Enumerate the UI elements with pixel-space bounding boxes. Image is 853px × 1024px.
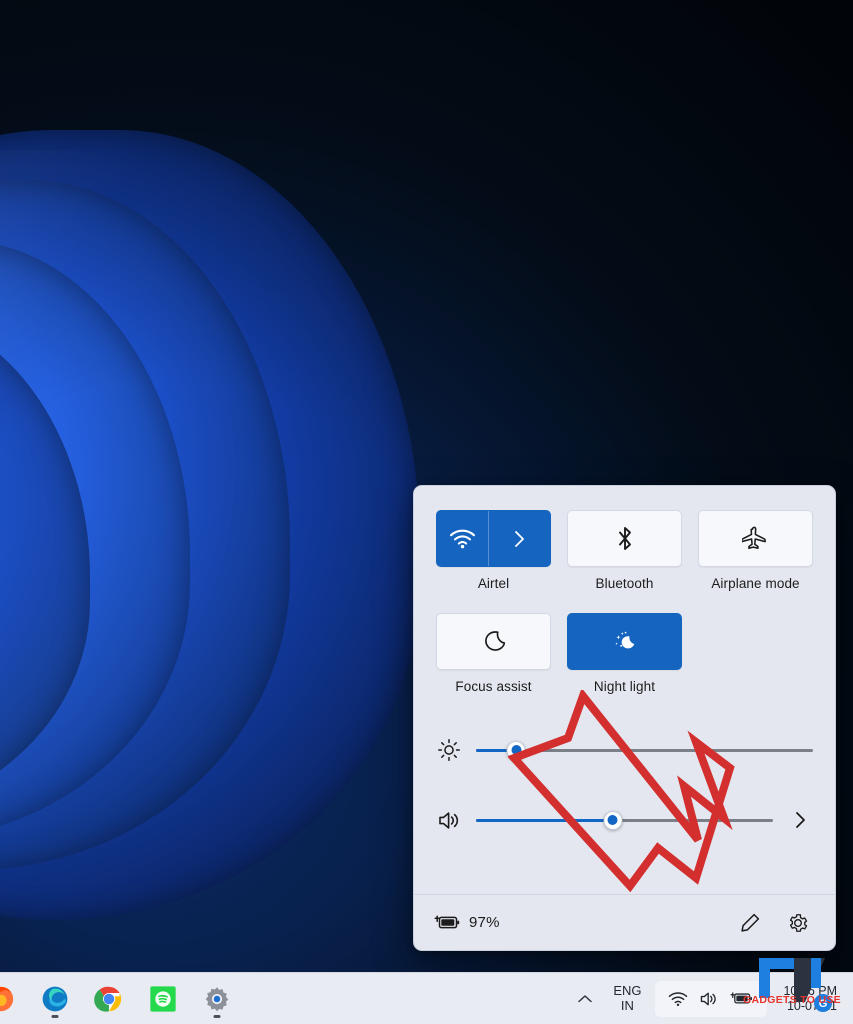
wifi-icon bbox=[668, 991, 688, 1007]
quick-tile-wifi[interactable] bbox=[436, 510, 551, 567]
settings-gear-icon bbox=[202, 984, 232, 1014]
speaker-icon bbox=[699, 990, 719, 1008]
taskbar-app-firefox[interactable] bbox=[0, 980, 20, 1018]
taskbar-active-indicator bbox=[213, 1014, 221, 1018]
taskbar-app-settings[interactable] bbox=[198, 980, 236, 1018]
quick-tile-focus-assist[interactable] bbox=[436, 613, 551, 670]
taskbar-active-indicator bbox=[51, 1014, 59, 1018]
quick-tile-bluetooth[interactable] bbox=[567, 510, 682, 567]
volume-output-expand-button[interactable] bbox=[787, 810, 813, 830]
quick-tile-label-focus-assist: Focus assist bbox=[455, 679, 532, 694]
tile-cell-bluetooth: Bluetooth bbox=[567, 510, 682, 591]
moon-icon bbox=[482, 629, 505, 654]
clock-time: 10:46 PM bbox=[783, 983, 837, 998]
volume-slider[interactable] bbox=[476, 810, 773, 830]
battery-charging-icon bbox=[730, 991, 754, 1006]
spotify-icon bbox=[148, 984, 178, 1014]
chevron-right-icon bbox=[514, 530, 525, 548]
volume-slider-fill bbox=[476, 818, 613, 822]
quick-settings-tile-grid-row-2: Focus assist Night light bbox=[436, 613, 813, 694]
chevron-right-icon bbox=[794, 810, 807, 830]
volume-slider-thumb[interactable] bbox=[603, 810, 623, 830]
pencil-icon bbox=[739, 912, 761, 934]
quick-tile-label-bluetooth: Bluetooth bbox=[595, 576, 654, 591]
system-tray: ENG IN 10:46 PM 10-07-21 bbox=[569, 979, 853, 1019]
tray-overflow-button[interactable] bbox=[569, 979, 601, 1019]
bloom-wallpaper-graphic bbox=[0, 130, 460, 920]
speaker-icon[interactable] bbox=[436, 809, 462, 832]
tray-clock[interactable]: 10:46 PM 10-07-21 bbox=[771, 984, 847, 1014]
wifi-icon bbox=[449, 528, 476, 549]
quick-settings-panel: Airtel Bluetooth Airplane mode Focus ass… bbox=[413, 485, 836, 951]
battery-percent-label: 97% bbox=[469, 914, 500, 931]
brightness-icon bbox=[436, 738, 462, 762]
brightness-slider-thumb[interactable] bbox=[506, 740, 526, 760]
taskbar-app-edge[interactable] bbox=[36, 980, 74, 1018]
chevron-up-icon bbox=[577, 993, 593, 1005]
tile-cell-focus-assist: Focus assist bbox=[436, 613, 551, 694]
taskbar: ENG IN 10:46 PM 10-07-21 bbox=[0, 972, 853, 1024]
tile-cell-night-light: Night light bbox=[567, 613, 682, 694]
tray-language-indicator[interactable]: ENG IN bbox=[605, 982, 649, 1013]
tile-cell-wifi: Airtel bbox=[436, 510, 551, 591]
brightness-slider-row bbox=[436, 728, 813, 772]
clock-date: 10-07-21 bbox=[786, 998, 837, 1013]
quick-tile-label-night-light: Night light bbox=[593, 679, 656, 694]
tile-cell-empty bbox=[698, 613, 813, 694]
brightness-slider[interactable] bbox=[476, 740, 813, 760]
bluetooth-icon bbox=[615, 525, 635, 552]
quick-tile-wifi-toggle[interactable] bbox=[437, 511, 488, 566]
quick-tile-label-airplane-mode: Airplane mode bbox=[711, 576, 800, 591]
taskbar-app-spotify[interactable] bbox=[144, 980, 182, 1018]
taskbar-app-chrome[interactable] bbox=[90, 980, 128, 1018]
brightness-slider-track bbox=[476, 748, 813, 752]
chrome-icon bbox=[94, 984, 124, 1014]
tray-language-line-2: IN bbox=[620, 997, 634, 1013]
quick-tile-wifi-expand-button[interactable] bbox=[488, 511, 550, 566]
gear-icon bbox=[787, 912, 809, 934]
quick-tile-label-wifi: Airtel bbox=[477, 576, 510, 591]
tray-language-line-1: ENG bbox=[613, 982, 642, 998]
quick-settings-tile-grid-row-1: Airtel Bluetooth Airplane mode bbox=[436, 510, 813, 591]
battery-status: 97% bbox=[434, 914, 500, 931]
quick-settings-sliders bbox=[436, 728, 813, 842]
volume-slider-row bbox=[436, 798, 813, 842]
battery-charging-icon bbox=[434, 914, 461, 931]
quick-tile-night-light[interactable] bbox=[567, 613, 682, 670]
edge-icon bbox=[40, 984, 70, 1014]
firefox-icon bbox=[0, 984, 16, 1014]
all-settings-button[interactable] bbox=[781, 906, 815, 940]
airplane-icon bbox=[742, 526, 769, 551]
tile-cell-airplane-mode: Airplane mode bbox=[698, 510, 813, 591]
edit-quick-settings-pencil-button[interactable] bbox=[733, 906, 767, 940]
quick-tile-airplane-mode[interactable] bbox=[698, 510, 813, 567]
quick-settings-footer: 97% bbox=[414, 894, 835, 950]
tray-quick-settings-button[interactable] bbox=[655, 980, 768, 1017]
taskbar-app-list bbox=[0, 980, 236, 1018]
night-light-icon bbox=[611, 629, 638, 654]
